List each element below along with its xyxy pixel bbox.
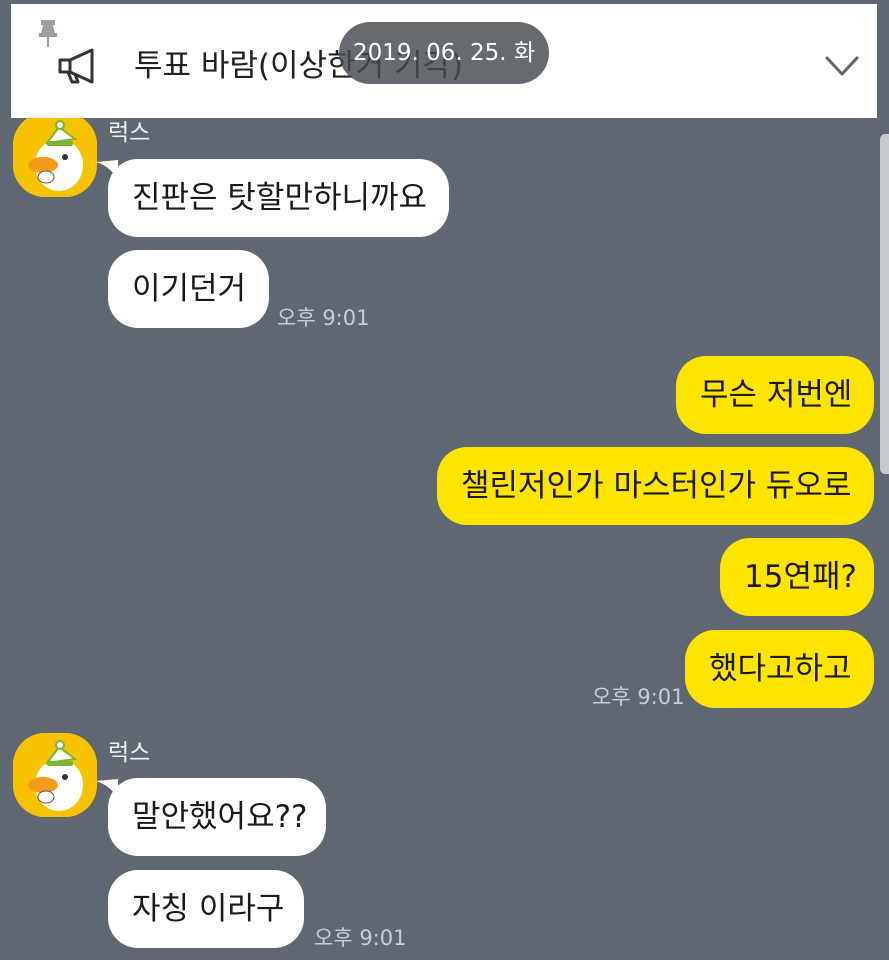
message-bubble[interactable]: 말안했어요?? [108,778,326,856]
sender-name: 럭스 [108,740,151,766]
pin-icon [39,20,57,47]
message-time: 오후 9:01 [277,306,370,330]
avatar[interactable] [13,113,97,197]
message-bubble[interactable]: 15연패? [720,538,874,616]
message-bubble[interactable]: 챌린저인가 마스터인가 듀오로 [437,447,874,525]
scrollbar[interactable] [880,134,889,474]
message-time: 오후 9:01 [314,926,407,950]
chevron-down-icon[interactable] [824,54,860,78]
sender-name: 럭스 [108,120,151,146]
message-bubble[interactable]: 무슨 저번엔 [676,356,874,434]
megaphone-icon [58,48,94,84]
duck-character-icon [13,113,97,197]
message-bubble[interactable]: 자칭 이라구 [108,870,304,948]
message-bubble[interactable]: 했다고하고 [685,630,874,708]
message-bubble[interactable]: 이기던거 [108,250,269,328]
avatar[interactable] [13,733,97,817]
date-indicator: 2019. 06. 25. 화 [339,22,549,84]
message-bubble[interactable]: 진판은 탓할만하니까요 [108,159,449,237]
message-time: 오후 9:01 [592,685,685,709]
duck-character-icon [13,733,97,817]
